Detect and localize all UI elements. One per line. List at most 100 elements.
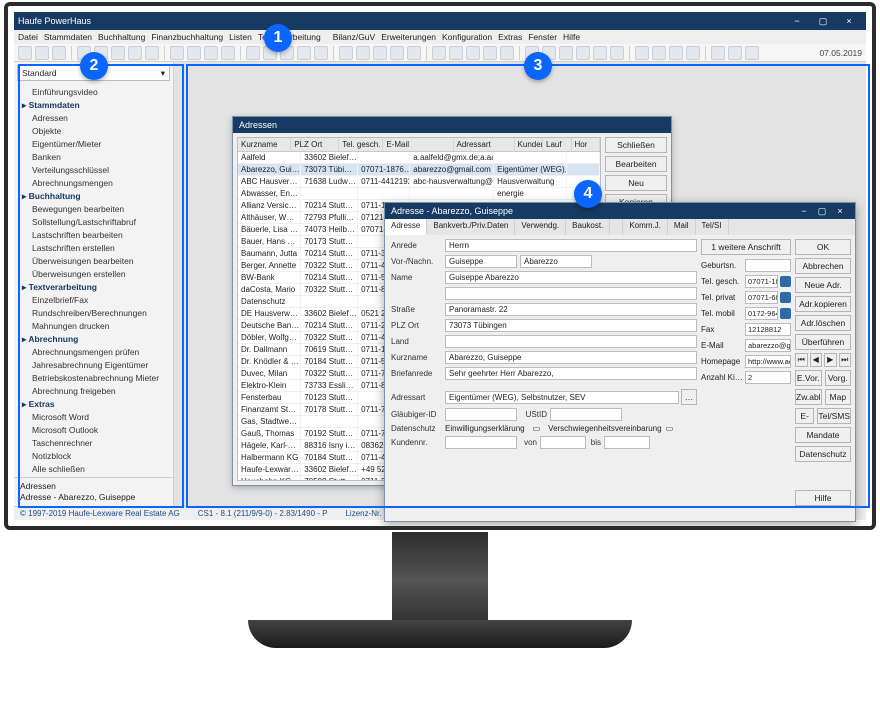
tool-icon[interactable]	[635, 46, 649, 60]
tool-icon[interactable]	[52, 46, 66, 60]
tool-icon[interactable]	[728, 46, 742, 60]
table-row[interactable]: Aalfeld33602 Bielef…a.aalfeld@gmx.de;a.a…	[238, 152, 600, 164]
tool-icon[interactable]	[246, 46, 260, 60]
detail-button[interactable]: Abbrechen	[795, 258, 851, 274]
column-header[interactable]: E-Mail	[383, 138, 453, 151]
tab[interactable]: Komm.J.	[623, 219, 668, 235]
tool-icon[interactable]	[686, 46, 700, 60]
menu-item[interactable]: Stammdaten	[44, 32, 92, 42]
detail-button[interactable]: Adr.kopieren	[795, 296, 851, 312]
tool-icon[interactable]	[483, 46, 497, 60]
tool-icon[interactable]	[18, 46, 32, 60]
tool-icon[interactable]	[339, 46, 353, 60]
vorname-field[interactable]: Guiseppe	[445, 255, 517, 268]
fax-field[interactable]: 12128812	[745, 323, 791, 336]
tool-icon[interactable]	[35, 46, 49, 60]
tool-icon[interactable]	[390, 46, 404, 60]
adressart-pick[interactable]: …	[681, 389, 697, 405]
menubar[interactable]: DateiStammdatenBuchhaltungFinanzbuchhalt…	[14, 30, 866, 44]
tree-item[interactable]: Alle schließen	[16, 463, 171, 476]
ustid-field[interactable]	[550, 408, 622, 421]
nav-button[interactable]: ⏭	[839, 353, 852, 367]
tree-item[interactable]: ▸ Extras	[16, 398, 171, 411]
column-header[interactable]: Lauf	[543, 138, 571, 151]
tool-icon[interactable]	[610, 46, 624, 60]
tree-item[interactable]: Banken	[16, 151, 171, 164]
menu-item[interactable]: Listen	[229, 32, 252, 42]
tab[interactable]: Baukost.	[566, 219, 610, 235]
nav-tree[interactable]: Einführungsvideo▸ StammdatenAdressenObje…	[14, 84, 173, 477]
menu-item[interactable]: Konfiguration	[442, 32, 492, 42]
tree-item[interactable]: Jahresabrechnung Eigentümer	[16, 359, 171, 372]
tree-item[interactable]: Microsoft Word	[16, 411, 171, 424]
tool-icon[interactable]	[449, 46, 463, 60]
tool-icon[interactable]	[170, 46, 184, 60]
tel-mobil-field[interactable]: 0172-96451545	[745, 307, 778, 320]
tree-item[interactable]: ▸ Stammdaten	[16, 99, 171, 112]
column-header[interactable]: Hor	[572, 138, 600, 151]
tool-icon[interactable]	[221, 46, 235, 60]
tool-icon[interactable]	[356, 46, 370, 60]
tree-item[interactable]: Microsoft Outlook	[16, 424, 171, 437]
tool-icon[interactable]	[559, 46, 573, 60]
anzahl-kinder-field[interactable]: 2	[745, 371, 791, 384]
nav-button[interactable]: ▶	[824, 353, 837, 367]
tab[interactable]: Tel/SI	[696, 219, 729, 235]
name-field[interactable]: Guiseppe Abarezzo	[445, 271, 697, 284]
tree-item[interactable]: Rundschreiben/Berechnungen	[16, 307, 171, 320]
tool-icon[interactable]	[593, 46, 607, 60]
menu-item[interactable]: Bilanz/GuV	[333, 32, 376, 42]
email-field[interactable]: abarezzo@gmail.com	[745, 339, 791, 352]
column-header[interactable]: Tel. gesch.	[339, 138, 383, 151]
tel-priv-field[interactable]: 07071-6812154	[745, 291, 778, 304]
glaeubiger-id-field[interactable]	[445, 408, 517, 421]
tool-icon[interactable]	[500, 46, 514, 60]
toolbar[interactable]: 07.05.2019	[14, 44, 866, 62]
tab[interactable]: Adresse	[385, 219, 427, 235]
kurzname-field[interactable]: Abarezzo, Guiseppe	[445, 351, 697, 364]
detail-button[interactable]: E-Mail	[795, 408, 814, 424]
nav-button[interactable]: ◀	[810, 353, 823, 367]
minimize-button[interactable]: −	[784, 16, 810, 26]
tool-icon[interactable]	[145, 46, 159, 60]
tree-item[interactable]: Lastschriften bearbeiten	[16, 229, 171, 242]
detail-button[interactable]: Map	[825, 389, 851, 405]
tree-item[interactable]: Objekte	[16, 125, 171, 138]
bearbeiten-button[interactable]: Bearbeiten	[605, 156, 667, 172]
tool-icon[interactable]	[297, 46, 311, 60]
detail-button[interactable]: Überführen	[795, 334, 851, 350]
adressart-field[interactable]: Eigentümer (WEG), Selbstnutzer, SEV	[445, 391, 679, 404]
homepage-field[interactable]: http://www.aol.abarezzo…	[745, 355, 791, 368]
tool-icon[interactable]	[432, 46, 446, 60]
bis-field[interactable]	[604, 436, 650, 449]
tree-item[interactable]: Verteilungsschlüssel	[16, 164, 171, 177]
detail-button[interactable]: Mandate	[795, 427, 851, 443]
detail-button[interactable]: OK	[795, 239, 851, 255]
tree-item[interactable]: Sollstellung/Lastschriftabruf	[16, 216, 171, 229]
schließen-button[interactable]: Schließen	[605, 137, 667, 153]
max-icon[interactable]: ▢	[813, 203, 831, 219]
briefanrede-field[interactable]: Sehr geehrter Herr Abarezzo,	[445, 367, 697, 380]
maximize-button[interactable]: ▢	[810, 16, 836, 27]
tree-item[interactable]: Abrechnungsmengen	[16, 177, 171, 190]
column-header[interactable]: PLZ Ort	[291, 138, 339, 151]
doc-icon[interactable]: ▭	[666, 424, 674, 433]
tool-icon[interactable]	[204, 46, 218, 60]
land-field[interactable]	[445, 335, 697, 348]
anrede-field[interactable]: Herrn	[445, 239, 697, 252]
tool-icon[interactable]	[187, 46, 201, 60]
detail-button[interactable]: Zw.abl	[795, 389, 822, 405]
tree-item[interactable]: ▸ Abrechnung	[16, 333, 171, 346]
tool-icon[interactable]	[711, 46, 725, 60]
table-row[interactable]: Abwasser, En…energie	[238, 188, 600, 200]
weitere-anschrift-button[interactable]: 1 weitere Anschrift	[701, 239, 791, 255]
table-row[interactable]: ABC Hausver…71638 Ludw…0711-4412192abc-h…	[238, 176, 600, 188]
tool-icon[interactable]	[314, 46, 328, 60]
detail-button[interactable]: Adr.löschen	[795, 315, 851, 331]
close-button[interactable]: ×	[836, 16, 862, 26]
geburtsname-field[interactable]	[745, 259, 791, 272]
tree-item[interactable]: Taschenrechner	[16, 437, 171, 450]
tree-item[interactable]: Einführungsvideo	[16, 86, 171, 99]
tree-item[interactable]: Betriebskostenabrechnung Mieter	[16, 372, 171, 385]
tab[interactable]: Verwendg.	[515, 219, 566, 235]
